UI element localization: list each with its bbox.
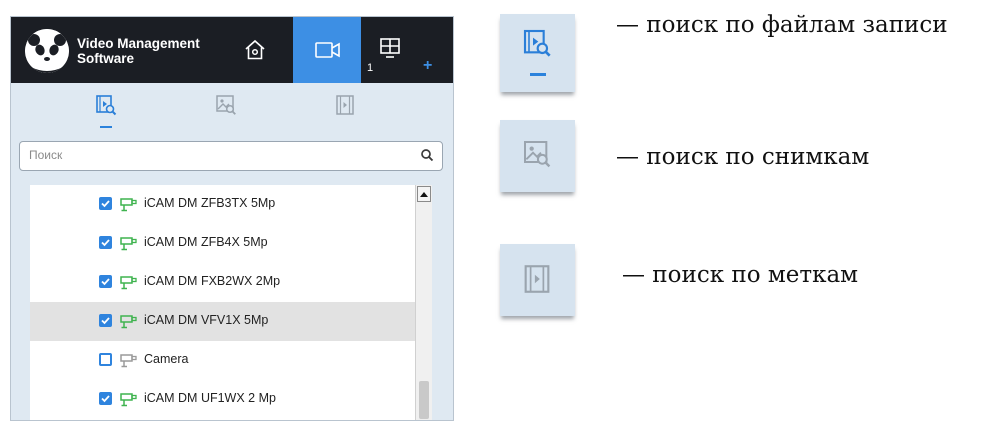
camera-checkbox[interactable] (99, 314, 112, 327)
legend-snapshot-search (500, 120, 575, 192)
tag-search-icon (524, 265, 550, 293)
snapshot-search-icon (216, 95, 236, 115)
app-title-line2: Software (77, 51, 135, 66)
legend-snapshot-text: — поиск по снимкам (616, 144, 870, 170)
app-panel: Video Management Software 1 + Поиск iCAM… (10, 16, 454, 421)
snapshot-search-icon (524, 141, 551, 168)
camera-label: iCAM DM ZFB4X 5Mp (144, 235, 268, 249)
camera-icon (120, 197, 138, 216)
camera-label: Camera (144, 352, 189, 366)
search-placeholder: Поиск (29, 148, 63, 162)
app-title: Video Management Software (77, 36, 200, 66)
tag-search-icon (336, 95, 354, 115)
checkmark-icon (101, 239, 110, 247)
checkmark-icon (101, 317, 110, 325)
camera-label: iCAM DM UF1WX 2 Mp (144, 391, 276, 405)
camera-icon (120, 275, 138, 294)
layout-icon (380, 38, 400, 58)
active-indicator (530, 73, 546, 76)
panda-logo (25, 29, 69, 73)
tab-tag-search[interactable] (333, 93, 357, 117)
camera-checkbox[interactable] (99, 392, 112, 405)
checkmark-icon (101, 395, 110, 403)
camera-list: iCAM DM ZFB3TX 5Mp iCAM DM ZFB4X 5Mp iCAM … (30, 185, 415, 420)
camera-icon (120, 353, 138, 372)
tab-snapshot-search[interactable] (214, 93, 238, 117)
checkmark-icon (101, 278, 110, 286)
nav-home-button[interactable] (229, 17, 279, 83)
camera-checkbox[interactable] (99, 236, 112, 249)
camera-label: iCAM DM VFV1X 5Mp (144, 313, 269, 327)
legend-tag-search (500, 244, 575, 316)
camera-row[interactable]: iCAM DM ZFB4X 5Mp (30, 224, 415, 263)
search-icon[interactable] (420, 148, 434, 162)
arrow-up-icon (420, 192, 428, 197)
active-tab-indicator (100, 126, 112, 128)
live-view-icon (315, 42, 340, 58)
camera-label: iCAM DM FXB2WX 2Mp (144, 274, 281, 288)
checkmark-icon (101, 200, 110, 208)
legend-recording-text: — поиск по файлам записи (616, 12, 948, 38)
camera-row[interactable]: iCAM DM VFV1X 5Mp (30, 302, 415, 341)
camera-checkbox[interactable] (99, 353, 112, 366)
layout-count: 1 (367, 62, 374, 74)
camera-label: iCAM DM ZFB3TX 5Mp (144, 196, 276, 210)
scroll-up-button[interactable] (417, 186, 431, 202)
camera-row[interactable]: iCAM DM FXB2WX 2Mp (30, 263, 415, 302)
camera-row[interactable]: iCAM DM UF1WX 2 Mp (30, 380, 415, 419)
search-mode-tabs (11, 83, 453, 145)
nav-live-button[interactable] (293, 17, 361, 83)
home-icon (245, 39, 265, 60)
camera-row[interactable]: Camera (30, 341, 415, 380)
recording-search-icon (96, 95, 117, 116)
camera-icon (120, 392, 138, 411)
camera-checkbox[interactable] (99, 275, 112, 288)
camera-list-scrollbar[interactable] (415, 185, 432, 420)
add-layout-button[interactable]: + (423, 57, 432, 75)
app-title-line1: Video Management (77, 36, 200, 51)
top-bar: Video Management Software 1 + (11, 17, 453, 83)
legend-recording-search (500, 14, 575, 92)
scroll-thumb[interactable] (419, 381, 429, 419)
search-input[interactable]: Поиск (19, 141, 443, 171)
camera-icon (120, 236, 138, 255)
recording-search-icon (523, 29, 551, 57)
tab-recording-search[interactable] (94, 93, 118, 117)
legend-tag-text: — поиск по меткам (622, 262, 859, 288)
camera-icon (120, 314, 138, 333)
camera-checkbox[interactable] (99, 197, 112, 210)
camera-row[interactable]: iCAM DM ZFB3TX 5Mp (30, 185, 415, 224)
